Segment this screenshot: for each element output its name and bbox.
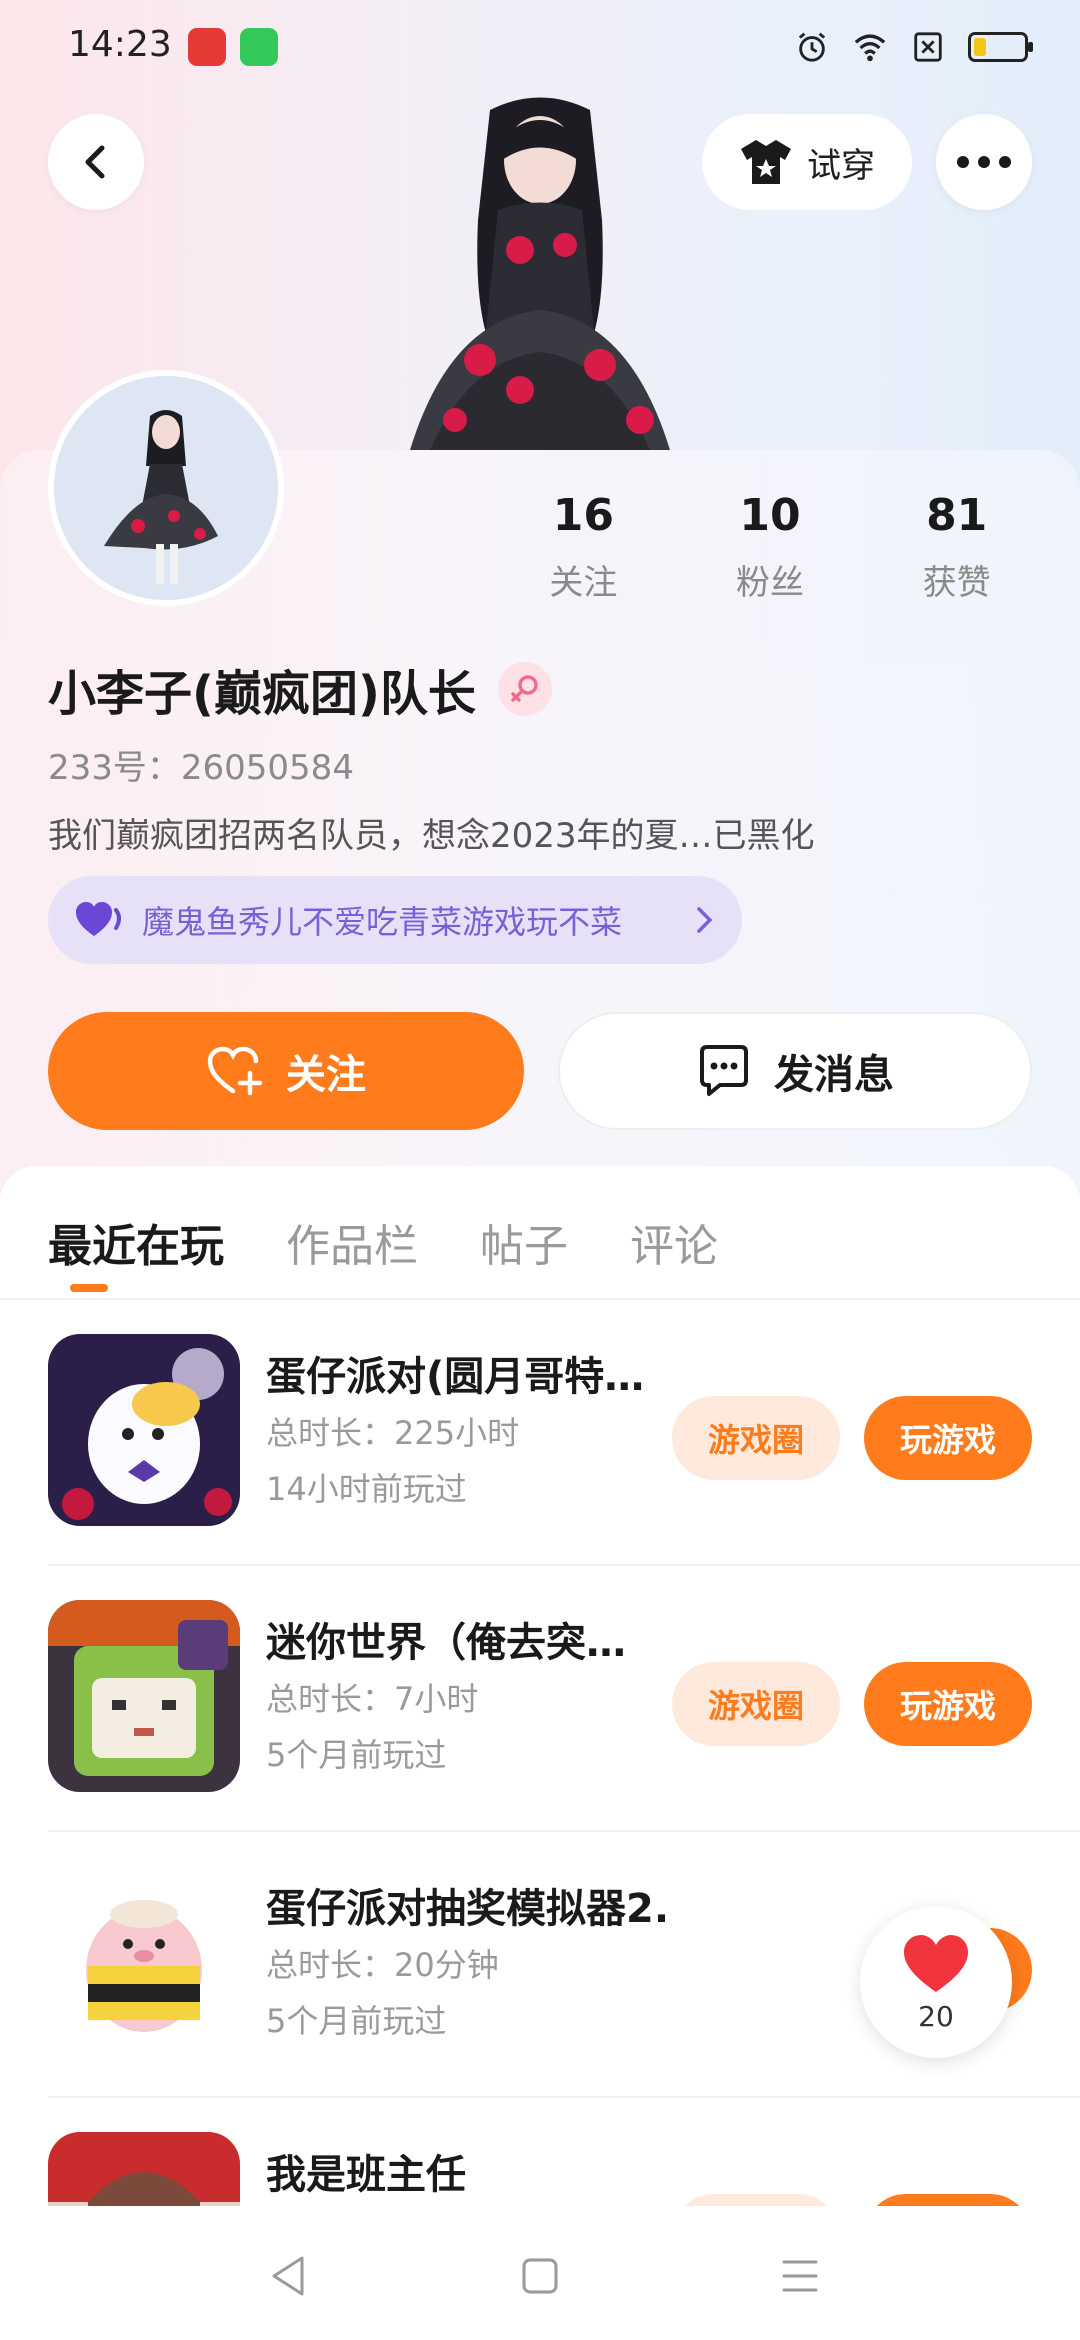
back-button[interactable] <box>48 114 144 210</box>
game-title: 蛋仔派对抽奖模拟器2.0 <box>266 1886 666 1932</box>
stat-likes-count: 81 <box>926 490 988 541</box>
game-circle-button[interactable]: 游戏圈 <box>672 1662 840 1746</box>
chevron-right-icon <box>697 907 713 933</box>
netease-music-icon <box>188 28 226 66</box>
tab-comments[interactable]: 评论 <box>630 1210 718 1274</box>
avatar[interactable] <box>48 370 284 606</box>
game-last-played: 5个月前玩过 <box>266 2002 447 2040</box>
stat-likes-label: 获赞 <box>922 563 991 603</box>
nav-menu-button[interactable] <box>770 2246 830 2306</box>
stat-followers-label: 粉丝 <box>736 563 804 603</box>
heart-icon <box>76 902 121 936</box>
tshirt-icon <box>741 140 791 184</box>
chevron-left-icon <box>85 145 105 179</box>
tab-recently-played[interactable]: 最近在玩 <box>48 1210 224 1274</box>
profile-stats: 16 关注 10 粉丝 81 获赞 <box>490 490 1050 604</box>
group-tag-label: 魔鬼鱼秀儿不爱吃青菜游戏玩不菜 <box>142 903 623 941</box>
app-icon <box>240 28 278 66</box>
sim-icon <box>914 32 942 62</box>
avatar-character-icon <box>54 376 278 600</box>
wifi-icon <box>854 34 886 62</box>
nav-back-button[interactable] <box>258 2246 318 2306</box>
like-bubble[interactable]: 20 <box>860 1906 1012 2058</box>
game-list-item[interactable]: 我是班主任 <box>0 2098 1080 2220</box>
menu-lines-icon <box>782 2260 818 2292</box>
game-title: 迷你世界（俺去突… <box>266 1620 626 1666</box>
alarm-icon <box>798 32 826 62</box>
stat-following[interactable]: 16 关注 <box>490 490 677 604</box>
game-icon-eggy-lottery-simulator[interactable] <box>48 1866 240 2058</box>
system-navigation-bar <box>0 2206 1080 2340</box>
status-bar: 14:23 <box>0 0 1080 96</box>
send-message-label: 发消息 <box>774 1052 894 1098</box>
like-count: 20 <box>918 1999 954 2033</box>
profile-content: 最近在玩 作品栏 帖子 评论 蛋仔派对(圆月哥特… 总时长：225小时 14小时… <box>0 1166 1080 2220</box>
try-on-button[interactable]: 试穿 <box>702 114 912 210</box>
game-total-time: 总时长：225小时 <box>266 1414 520 1452</box>
account-id: 233号：26050584 <box>48 748 354 788</box>
game-title: 我是班主任 <box>266 2152 466 2198</box>
active-tab-indicator <box>70 1284 108 1292</box>
heart-plus-icon <box>207 1046 263 1096</box>
follow-button[interactable]: 关注 <box>48 1012 524 1130</box>
battery-fill <box>974 38 986 56</box>
stat-followers[interactable]: 10 粉丝 <box>677 490 864 604</box>
game-title: 蛋仔派对(圆月哥特… <box>266 1354 645 1400</box>
play-game-button[interactable]: 玩游戏 <box>864 1662 1032 1746</box>
stat-followers-count: 10 <box>739 490 801 541</box>
username: 小李子(巅疯团)队长 <box>48 666 476 722</box>
game-icon-eggy-party[interactable] <box>48 1334 240 1526</box>
more-dots-icon <box>957 156 1011 168</box>
username-row: 小李子(巅疯团)队长 <box>48 654 552 724</box>
follow-label: 关注 <box>286 1052 366 1098</box>
send-message-button[interactable]: 发消息 <box>558 1012 1032 1130</box>
stat-following-count: 16 <box>552 490 614 541</box>
status-time: 14:23 <box>68 24 172 65</box>
game-total-time: 总时长：7小时 <box>266 1680 479 1718</box>
tab-posts[interactable]: 帖子 <box>480 1210 568 1274</box>
game-list-item[interactable]: 迷你世界（俺去突… 总时长：7小时 5个月前玩过 游戏圈 玩游戏 <box>0 1566 1080 1832</box>
game-icon-mini-world[interactable] <box>48 1600 240 1792</box>
tab-works[interactable]: 作品栏 <box>286 1210 418 1274</box>
avatar-character-illustration <box>410 97 670 450</box>
profile-bio: 我们巅疯团招两名队员，想念2023年的夏…已黑化 <box>48 816 815 856</box>
stat-following-label: 关注 <box>549 563 618 603</box>
play-game-button[interactable]: 玩游戏 <box>864 1396 1032 1480</box>
game-list-item[interactable]: 蛋仔派对(圆月哥特… 总时长：225小时 14小时前玩过 游戏圈 玩游戏 <box>0 1300 1080 1566</box>
heart-icon <box>904 1934 968 1992</box>
profile-tabs: 最近在玩 作品栏 帖子 评论 <box>48 1210 718 1274</box>
game-total-time: 总时长：20分钟 <box>266 1946 499 1984</box>
try-on-label: 试穿 <box>807 145 875 186</box>
game-last-played: 14小时前玩过 <box>266 1470 467 1508</box>
triangle-back-icon <box>272 2256 304 2296</box>
battery-icon <box>968 32 1033 62</box>
game-circle-button[interactable]: 游戏圈 <box>672 1396 840 1480</box>
nav-home-button[interactable] <box>510 2246 570 2306</box>
female-gender-icon <box>497 662 552 716</box>
group-tag[interactable]: 魔鬼鱼秀儿不爱吃青菜游戏玩不菜 <box>48 876 742 964</box>
more-options-button[interactable] <box>936 114 1032 210</box>
game-last-played: 5个月前玩过 <box>266 1736 447 1774</box>
chat-bubble-icon <box>700 1045 748 1096</box>
square-home-icon <box>522 2258 558 2294</box>
stat-likes[interactable]: 81 获赞 <box>863 490 1050 604</box>
